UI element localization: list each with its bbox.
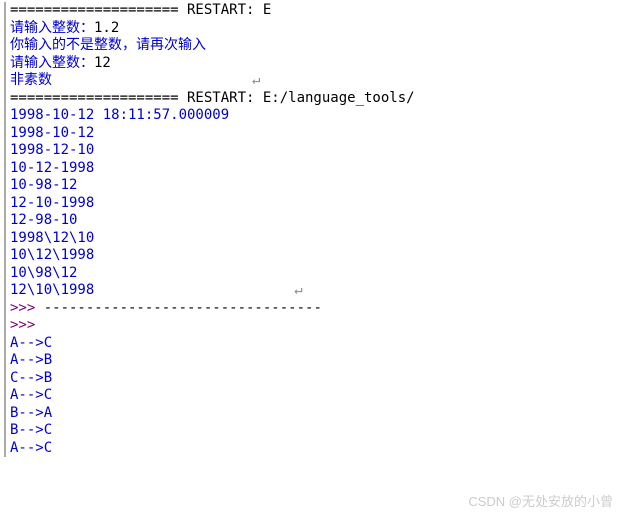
output-line: A-->C	[4, 387, 617, 405]
restart-line: ==================== RESTART: E:/languag…	[4, 90, 617, 108]
watermark: CSDN @无处安放的小曾	[468, 491, 613, 510]
output-line: B-->C	[4, 422, 617, 440]
output-line: 12-10-1998	[4, 195, 617, 213]
output-line: 10-12-1998	[4, 160, 617, 178]
input-line: 请输入整数：12	[4, 55, 617, 73]
dash-separator: ---------------------------------	[44, 300, 322, 316]
output-line: A-->B	[4, 352, 617, 370]
output-line: B-->A	[4, 405, 617, 423]
repl-prompt: >>>	[10, 300, 44, 316]
result-line: 非素数↵	[4, 72, 617, 90]
output-line: C-->B	[4, 370, 617, 388]
output-line: 1998-10-12	[4, 125, 617, 143]
prompt-label: 请输入整数：	[10, 55, 94, 71]
output-line: 12-98-10	[4, 212, 617, 230]
output-line: 1998-12-10	[4, 142, 617, 160]
repl-line[interactable]: >>> ---------------------------------	[4, 300, 617, 318]
restart-line: ==================== RESTART: E	[4, 2, 617, 20]
user-input: 12	[94, 55, 111, 71]
output-line: 12\10\1998↵	[4, 282, 617, 300]
input-line: 请输入整数：1.2	[4, 20, 617, 38]
error-line: 你输入的不是整数，请再次输入	[4, 37, 617, 55]
repl-line[interactable]: >>>	[4, 317, 617, 335]
cursor-icon: ↵	[252, 72, 260, 90]
output-line: A-->C	[4, 335, 617, 353]
prompt-label: 请输入整数：	[10, 20, 94, 36]
output-line: 10\12\1998	[4, 247, 617, 265]
output-line: 10-98-12	[4, 177, 617, 195]
output-line: 1998\12\10	[4, 230, 617, 248]
output-line: 1998-10-12 18:11:57.000009	[4, 107, 617, 125]
output-line: A-->C	[4, 440, 617, 458]
cursor-icon: ↵	[294, 282, 302, 300]
python-console: ==================== RESTART: E 请输入整数：1.…	[0, 0, 621, 459]
output-line: 10\98\12	[4, 265, 617, 283]
user-input: 1.2	[94, 20, 119, 36]
